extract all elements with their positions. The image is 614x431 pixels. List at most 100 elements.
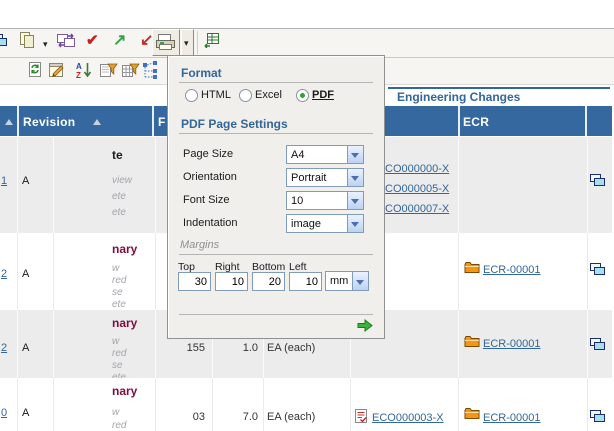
- sort-az-icon[interactable]: AZ: [75, 61, 93, 79]
- orientation-label: Orientation: [183, 171, 237, 183]
- filter-table-icon[interactable]: [121, 61, 140, 79]
- radio-pdf[interactable]: [296, 89, 309, 102]
- margin-unit-value: mm: [330, 275, 348, 287]
- margin-right-input[interactable]: [215, 272, 248, 291]
- chevron-down-icon: [351, 153, 359, 158]
- check-icon[interactable]: ✔: [86, 33, 99, 48]
- eco-link[interactable]: CO000007-X: [385, 203, 449, 215]
- eco-link[interactable]: CO000005-X: [385, 183, 449, 195]
- margin-bottom-input[interactable]: [252, 272, 285, 291]
- lifecycle-phase-fragment: nary: [112, 242, 137, 256]
- margin-left-input[interactable]: [289, 272, 322, 291]
- item-number-link[interactable]: 2: [1, 268, 7, 280]
- column-divider: [17, 106, 19, 136]
- divider: [179, 314, 373, 315]
- revision-value: A: [22, 268, 29, 280]
- revision-value: A: [22, 407, 29, 419]
- find-num-value: 155: [157, 342, 205, 354]
- hierarchy-tree-icon[interactable]: [142, 61, 159, 79]
- radio-html[interactable]: [185, 89, 198, 102]
- refresh-document-icon[interactable]: [27, 61, 43, 79]
- dropdown-button[interactable]: [347, 192, 363, 209]
- page-size-select[interactable]: A4: [286, 145, 364, 164]
- filter-document-icon[interactable]: [99, 61, 118, 79]
- pdf-page-settings-heading: PDF Page Settings: [181, 117, 288, 131]
- font-size-value: 10: [291, 195, 303, 207]
- divider: [179, 254, 373, 255]
- application-window: ▾ ✔ ↗ ↙ ▾ AZ Engineering Changes Revisio…: [0, 0, 614, 431]
- item-number-link[interactable]: 1: [1, 175, 7, 187]
- chevron-down-icon: [356, 280, 364, 285]
- qty-value: 1.0: [214, 342, 258, 354]
- column-header-ecr[interactable]: ECR: [463, 115, 489, 129]
- dropdown-button[interactable]: [347, 146, 363, 163]
- item-number-link[interactable]: 2: [1, 342, 7, 354]
- page-size-value: A4: [291, 149, 304, 161]
- radio-pdf-label[interactable]: PDF: [312, 89, 334, 101]
- preview-pages-partial-icon[interactable]: [0, 33, 9, 49]
- column-divider: [458, 106, 460, 136]
- swap-window-icon[interactable]: [56, 32, 76, 49]
- submit-arrow-button[interactable]: [357, 319, 373, 332]
- margin-top-input[interactable]: [178, 272, 211, 291]
- print-button[interactable]: [152, 29, 180, 56]
- ecr-link[interactable]: ECR-00001: [483, 264, 540, 276]
- dropdown-button[interactable]: [347, 215, 363, 232]
- status-text-fragments: w red se ete: [112, 263, 126, 311]
- sort-indicator-icon[interactable]: [93, 119, 101, 125]
- folder-icon: [464, 335, 480, 348]
- indentation-label: Indentation: [183, 217, 237, 229]
- qty-value: 7.0: [214, 411, 258, 423]
- print-row-icon[interactable]: [589, 337, 607, 353]
- copy-icon[interactable]: [18, 31, 36, 49]
- indentation-select[interactable]: image: [286, 214, 364, 233]
- sort-indicator-icon[interactable]: [5, 119, 13, 125]
- chevron-down-icon: [351, 176, 359, 181]
- revision-value: A: [22, 175, 29, 187]
- export-grid-icon[interactable]: [204, 32, 220, 48]
- eco-link[interactable]: CO000000-X: [385, 163, 449, 175]
- folder-icon: [464, 261, 480, 274]
- radio-excel[interactable]: [239, 89, 252, 102]
- margin-unit-select[interactable]: mm: [325, 271, 369, 291]
- folder-icon: [464, 407, 480, 420]
- dropdown-button[interactable]: [352, 272, 368, 290]
- print-row-icon[interactable]: [589, 173, 607, 189]
- status-text-fragments: view ete ete: [112, 173, 132, 221]
- orientation-value: Portrait: [291, 172, 326, 184]
- lifecycle-phase-fragment: nary: [112, 316, 137, 330]
- radio-html-label[interactable]: HTML: [201, 89, 231, 101]
- group-header-rule: [388, 87, 610, 89]
- print-row-icon[interactable]: [589, 262, 607, 278]
- print-menu-arrow-button[interactable]: ▾: [181, 29, 194, 56]
- dropdown-button[interactable]: [347, 169, 363, 186]
- column-header-revision[interactable]: Revision: [23, 115, 75, 129]
- print-row-icon[interactable]: [589, 409, 607, 425]
- divider: [179, 133, 373, 134]
- column-divider: [585, 106, 587, 136]
- table-row: 0 A nary w red 03 7.0 EA (each) ECO00000…: [0, 378, 612, 431]
- orientation-select[interactable]: Portrait: [286, 168, 364, 187]
- toolbar-separator: [197, 31, 198, 54]
- radio-excel-label[interactable]: Excel: [255, 89, 282, 101]
- print-menu-arrow-icon: ▾: [184, 39, 189, 48]
- font-size-select[interactable]: 10: [286, 191, 364, 210]
- ecr-link[interactable]: ECR-00001: [483, 338, 540, 350]
- item-number-link[interactable]: 0: [1, 407, 7, 419]
- status-text-fragments: w red: [112, 406, 126, 431]
- promote-arrow-icon[interactable]: ↗: [113, 33, 126, 49]
- font-size-label: Font Size: [183, 194, 229, 206]
- eco-link[interactable]: ECO000003-X: [372, 412, 444, 424]
- copy-menu-arrow-icon[interactable]: ▾: [43, 40, 48, 49]
- group-header-engineering-changes: Engineering Changes: [397, 90, 520, 104]
- column-divider: [152, 106, 154, 136]
- page-size-label: Page Size: [183, 148, 233, 160]
- ecr-link[interactable]: ECR-00001: [483, 412, 540, 424]
- margins-heading: Margins: [180, 239, 219, 251]
- edit-notepad-icon[interactable]: [48, 61, 67, 79]
- eco-links: CO000000-X CO000005-X CO000007-X: [385, 159, 449, 219]
- lifecycle-phase-fragment: nary: [112, 384, 137, 398]
- print-format-dialog: Format HTML Excel PDF PDF Page Settings …: [167, 55, 385, 339]
- chevron-down-icon: [351, 222, 359, 227]
- column-header-partial[interactable]: F: [158, 115, 166, 129]
